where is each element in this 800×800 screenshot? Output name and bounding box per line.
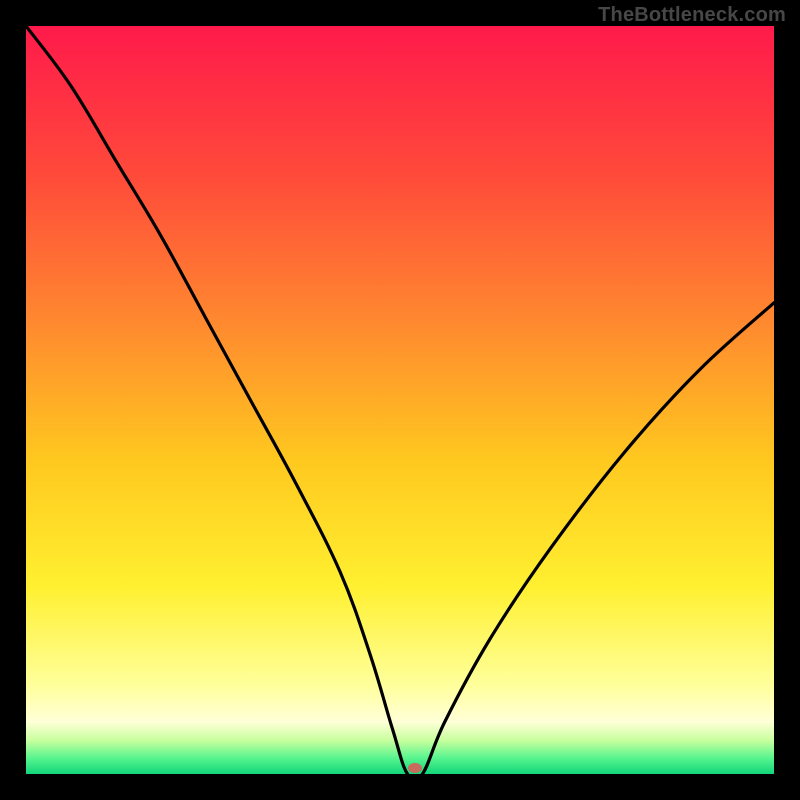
- watermark-text: TheBottleneck.com: [598, 4, 786, 27]
- plot-area: [26, 26, 774, 774]
- gradient-background: [26, 26, 774, 774]
- optimum-marker: [408, 763, 422, 773]
- bottleneck-chart: [26, 26, 774, 774]
- chart-frame: TheBottleneck.com: [0, 0, 800, 800]
